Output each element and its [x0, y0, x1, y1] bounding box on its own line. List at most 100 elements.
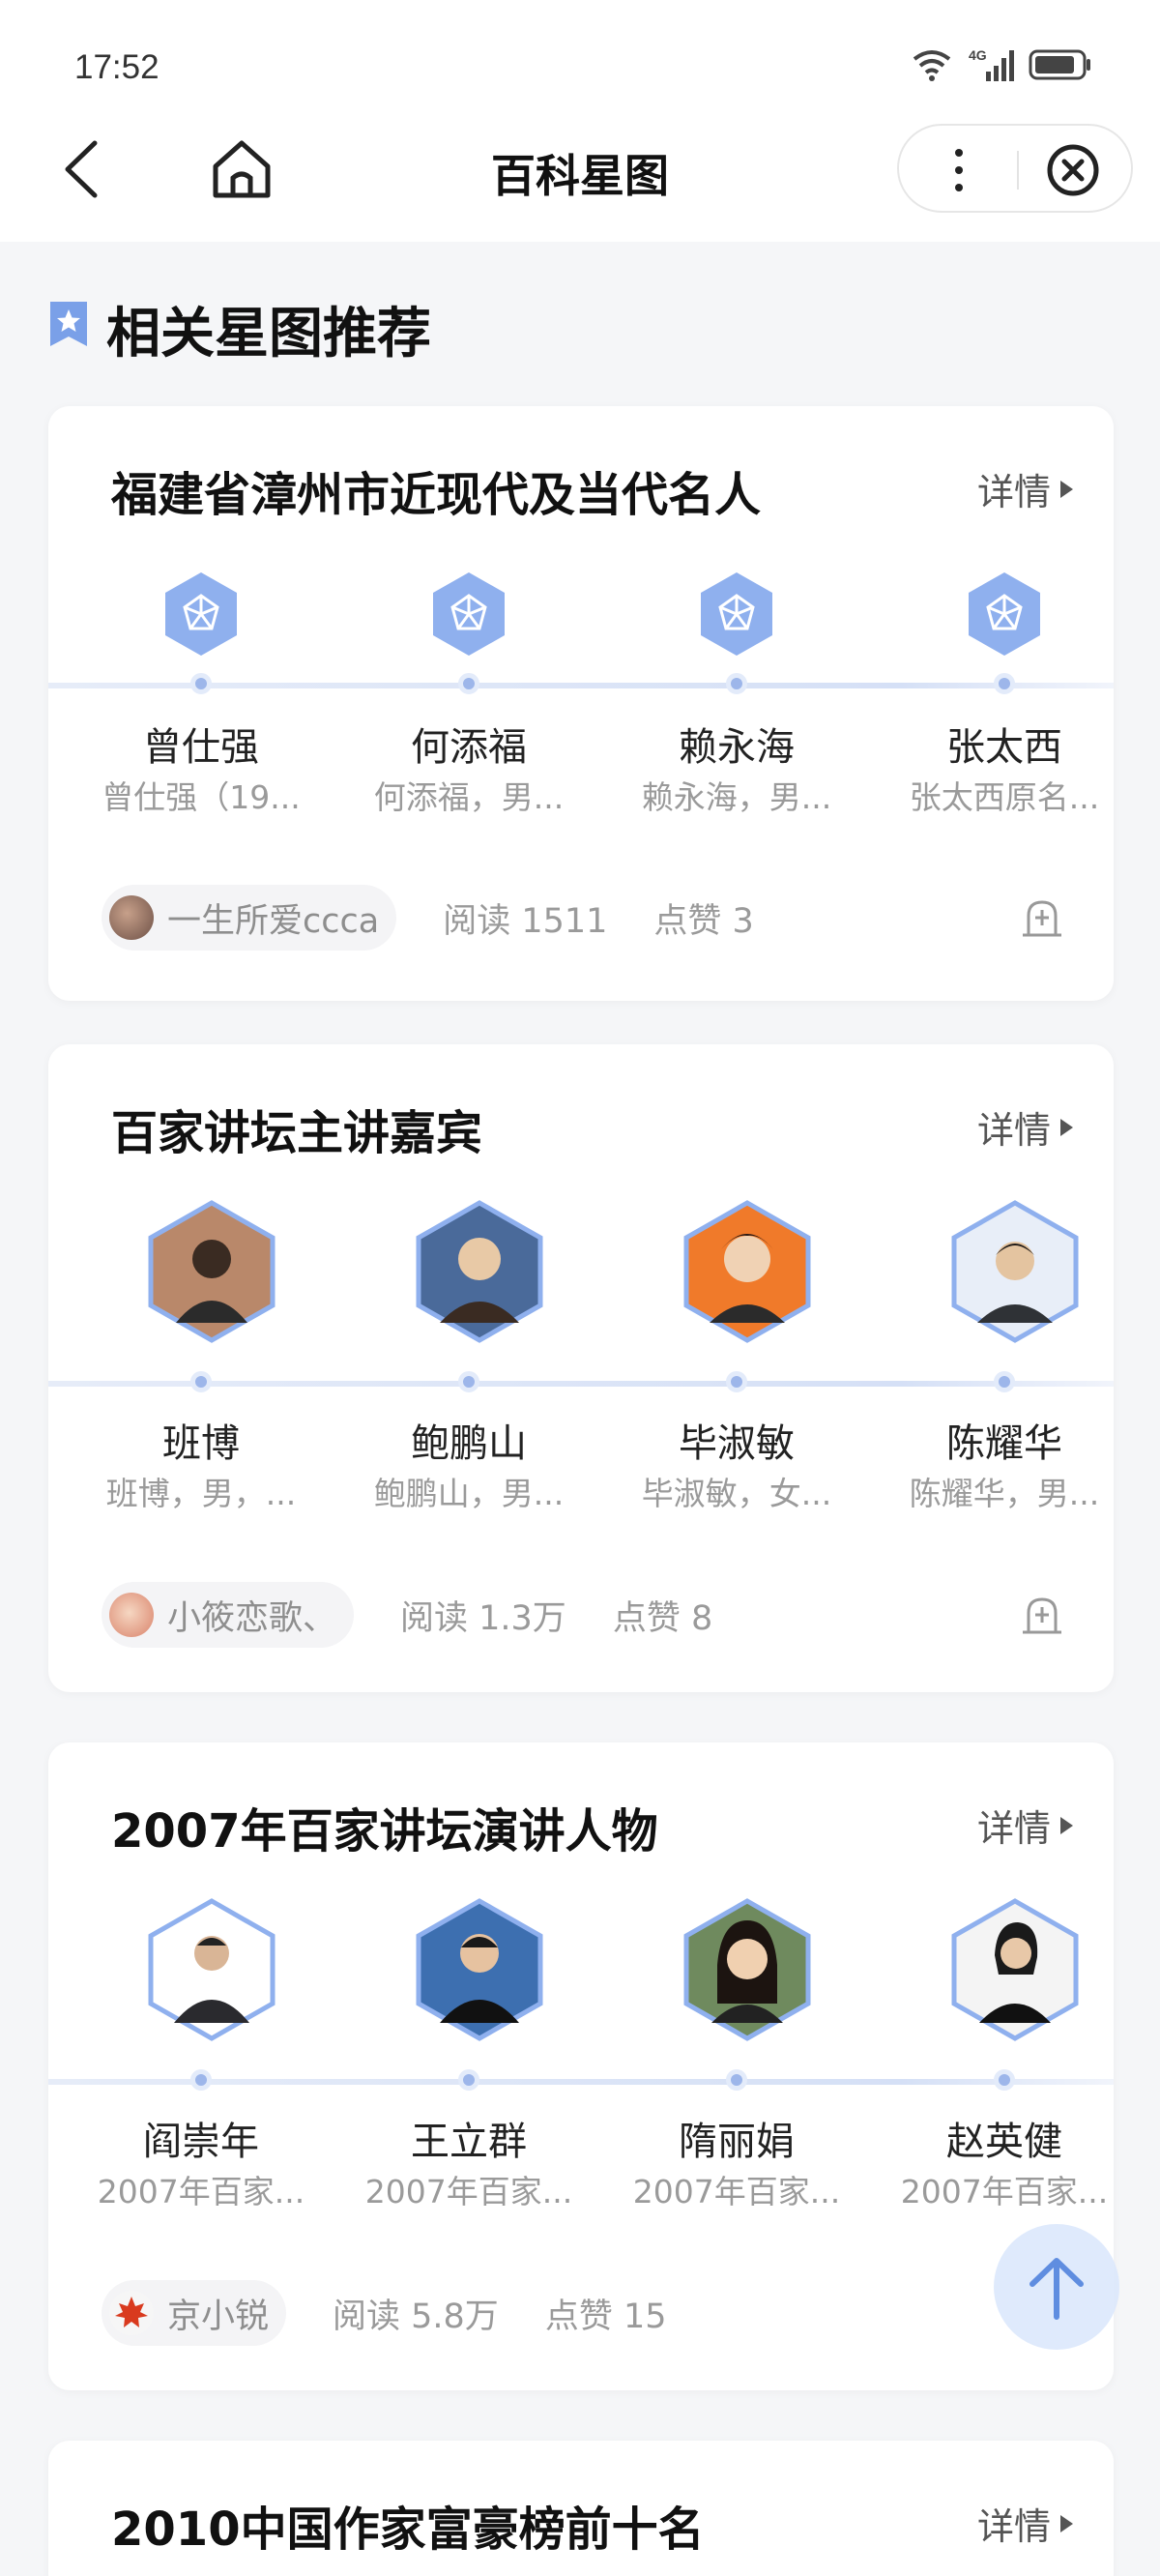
network-hexagon-icon: [165, 572, 237, 656]
battery-icon: [1029, 49, 1090, 80]
person-name: 陈耀华: [946, 1421, 1062, 1466]
status-time: 17:52: [74, 48, 160, 86]
card-meta: 京小锐 阅读 5.8万 点赞 15: [102, 2280, 666, 2346]
card-title: 2010中国作家富豪榜前十名: [111, 2503, 705, 2557]
like-count: 点赞 3: [653, 901, 754, 941]
person-item[interactable]: 鲍鹏山 鲍鹏山，男...: [353, 1200, 585, 1528]
person-item[interactable]: 陈耀华 陈耀华，男...: [888, 1200, 1120, 1528]
person-item[interactable]: 班博 班博，男，...: [85, 1200, 317, 1528]
detail-label: 详情: [976, 1807, 1051, 1850]
star-map-card[interactable]: 2010中国作家富豪榜前十名 详情: [48, 2441, 1114, 2576]
share-tomb-icon[interactable]: [1019, 1592, 1065, 1638]
more-vertical-icon[interactable]: [949, 147, 969, 193]
timeline-dot: [458, 1371, 479, 1392]
detail-label: 详情: [976, 471, 1051, 513]
person-name: 张太西: [946, 725, 1062, 770]
person-desc: 班博，男，...: [105, 1475, 297, 1512]
person-photo: [416, 1898, 543, 2041]
network-hexagon-icon: [701, 572, 772, 656]
read-count: 阅读 5.8万: [333, 2297, 499, 2336]
star-map-card[interactable]: 2007年百家讲坛演讲人物 详情 阎崇年 2007年百家... 王立群 2007…: [48, 1742, 1114, 2390]
person-photo: [951, 1898, 1079, 2041]
person-desc: 陈耀华，男...: [909, 1475, 1100, 1512]
person-photo: [683, 1898, 811, 2041]
person-name: 隋丽娟: [679, 2120, 795, 2164]
person-item[interactable]: 王立群 2007年百家...: [353, 1898, 585, 2226]
person-item[interactable]: 赖永海 赖永海，男...: [621, 571, 853, 822]
people-row: 班博 班博，男，... 鲍鹏山 鲍鹏山，男... 毕淑敏 毕淑敏，女... 陈耀…: [48, 1200, 1114, 1528]
detail-link[interactable]: 详情: [977, 462, 1073, 515]
people-row: 阎崇年 2007年百家... 王立群 2007年百家... 隋丽娟 2007年百…: [48, 1898, 1114, 2226]
read-count: 阅读 1511: [443, 901, 608, 941]
person-desc: 张太西原名...: [909, 778, 1100, 816]
person-name: 毕淑敏: [679, 1421, 795, 1466]
like-count: 点赞 15: [544, 2297, 667, 2336]
capsule-divider: [1017, 151, 1019, 190]
card-meta: 小筱恋歌、 阅读 1.3万 点赞 8: [102, 1582, 712, 1648]
person-item[interactable]: 隋丽娟 2007年百家...: [621, 1898, 853, 2226]
arrow-up-icon: [1030, 2258, 1084, 2320]
person-name: 赵英健: [946, 2120, 1062, 2164]
person-item[interactable]: 毕淑敏 毕淑敏，女...: [621, 1200, 853, 1528]
timeline-dot: [190, 1371, 212, 1392]
detail-link[interactable]: 详情: [977, 1799, 1073, 1852]
star-map-card[interactable]: 福建省漳州市近现代及当代名人 详情 曾仕强 曾仕强（19... 何添福 何添福，…: [48, 406, 1114, 1001]
wifi-icon: [913, 50, 951, 81]
timeline-dot: [190, 2069, 212, 2091]
person-name: 王立群: [411, 2120, 527, 2164]
status-icons: 4G: [911, 46, 1092, 83]
author-name: 京小锐: [167, 2297, 270, 2336]
person-photo: [951, 1200, 1079, 1343]
person-item[interactable]: 张太西 张太西原名...: [888, 571, 1120, 822]
detail-label: 详情: [976, 2505, 1051, 2548]
timeline-dot: [190, 673, 212, 694]
read-count: 阅读 1.3万: [400, 1598, 566, 1638]
svg-text:4G: 4G: [969, 47, 987, 63]
timeline-dot: [726, 2069, 747, 2091]
person-photo: [683, 1200, 811, 1343]
detail-label: 详情: [976, 1109, 1051, 1152]
star-bookmark-icon: [50, 302, 87, 346]
author-chip[interactable]: 小筱恋歌、: [102, 1582, 355, 1648]
person-name: 班博: [162, 1421, 240, 1466]
person-desc: 赖永海，男...: [641, 778, 832, 816]
person-item[interactable]: 阎崇年 2007年百家...: [85, 1898, 317, 2226]
person-item[interactable]: 何添福 何添福，男...: [353, 571, 585, 822]
mini-program-capsule: [897, 124, 1133, 213]
people-row: 曾仕强 曾仕强（19... 何添福 何添福，男... 赖永海 赖永海，男... …: [48, 571, 1114, 822]
triangle-right-icon: [1060, 1816, 1073, 1834]
card-title: 百家讲坛主讲嘉宾: [111, 1106, 483, 1160]
triangle-right-icon: [1060, 1118, 1073, 1136]
person-desc: 2007年百家...: [632, 2173, 841, 2210]
maple-leaf-avatar: [109, 2291, 154, 2335]
person-desc: 2007年百家...: [364, 2173, 573, 2210]
person-name: 鲍鹏山: [411, 1421, 527, 1466]
avatar: [109, 895, 154, 940]
scroll-to-top-button[interactable]: [994, 2224, 1119, 2350]
close-circle-icon[interactable]: [1044, 141, 1102, 199]
like-count: 点赞 8: [612, 1598, 713, 1638]
author-chip[interactable]: 京小锐: [102, 2280, 287, 2346]
person-item[interactable]: 赵英健 2007年百家...: [888, 1898, 1120, 2226]
timeline-dot: [726, 1371, 747, 1392]
top-bar: 17:52 4G 百科星图: [0, 0, 1160, 242]
triangle-right-icon: [1060, 2514, 1073, 2532]
person-item[interactable]: 曾仕强 曾仕强（19...: [85, 571, 317, 822]
person-name: 阎崇年: [143, 2120, 259, 2164]
author-chip[interactable]: 一生所爱ccca: [102, 885, 397, 951]
share-tomb-icon[interactable]: [1019, 894, 1065, 941]
person-photo: [148, 1898, 276, 2041]
star-map-card[interactable]: 百家讲坛主讲嘉宾 详情 班博 班博，男，... 鲍鹏山 鲍鹏山，男... 毕淑敏…: [48, 1044, 1114, 1692]
author-name: 一生所爱ccca: [167, 901, 380, 941]
detail-link[interactable]: 详情: [977, 1100, 1073, 1154]
person-desc: 鲍鹏山，男...: [373, 1475, 565, 1512]
cellular-signal-icon: 4G: [969, 47, 1014, 81]
card-meta: 一生所爱ccca 阅读 1511 点赞 3: [102, 885, 754, 951]
avatar: [109, 1593, 154, 1637]
timeline-dot: [726, 673, 747, 694]
timeline-dot: [458, 2069, 479, 2091]
timeline-dot: [458, 673, 479, 694]
detail-link[interactable]: 详情: [977, 2497, 1073, 2550]
network-hexagon-icon: [433, 572, 505, 656]
timeline-dot: [994, 1371, 1015, 1392]
